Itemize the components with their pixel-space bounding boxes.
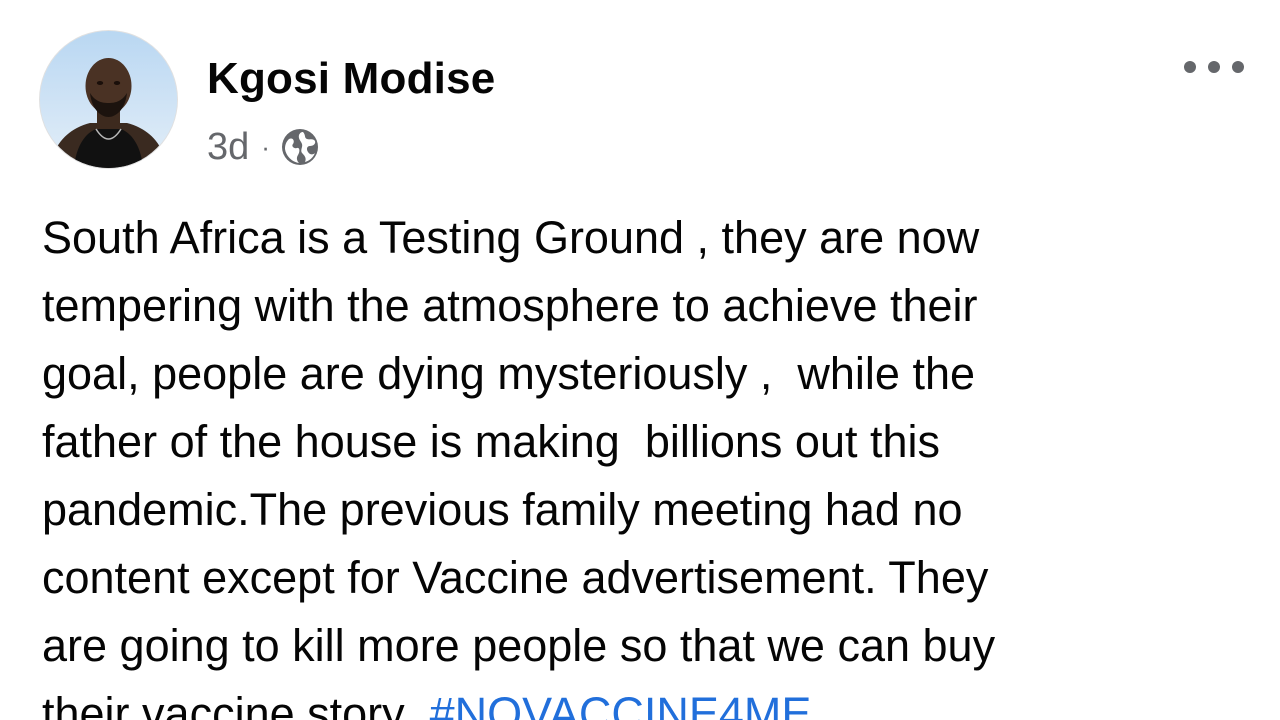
more-dot [1232,61,1244,73]
facebook-post: Kgosi Modise 3d · South Africa is a Test… [0,0,1280,720]
post-text-line: goal, people are dying mysteriously , wh… [42,348,976,399]
post-text-line: are going to kill more people so that we… [42,620,996,671]
hashtag-link[interactable]: #NOVACCINE4ME [430,688,812,720]
post-meta: 3d · [207,124,320,170]
profile-photo [40,31,177,168]
meta-separator: · [261,132,270,162]
post-timestamp[interactable]: 3d [207,126,249,169]
more-dot [1208,61,1220,73]
post-text-tail: their vaccine story [42,688,430,720]
post-text-line: content except for Vaccine advertisement… [42,552,989,603]
more-options-button[interactable] [1184,50,1244,84]
post-text-line: tempering with the atmosphere to achieve… [42,280,978,331]
author-name[interactable]: Kgosi Modise [207,54,495,104]
author-avatar[interactable] [40,31,177,168]
globe-icon[interactable] [280,127,320,167]
more-horizontal-icon [1184,61,1196,73]
post-text-line: pandemic.The previous family meeting had… [42,484,963,535]
post-text-line: father of the house is making billions o… [42,416,941,467]
post-text-line: South Africa is a Testing Ground , they … [42,212,980,263]
post-text-line-last: their vaccine story #NOVACCINE4ME [42,680,1252,720]
post-text: South Africa is a Testing Ground , they … [42,204,1252,720]
